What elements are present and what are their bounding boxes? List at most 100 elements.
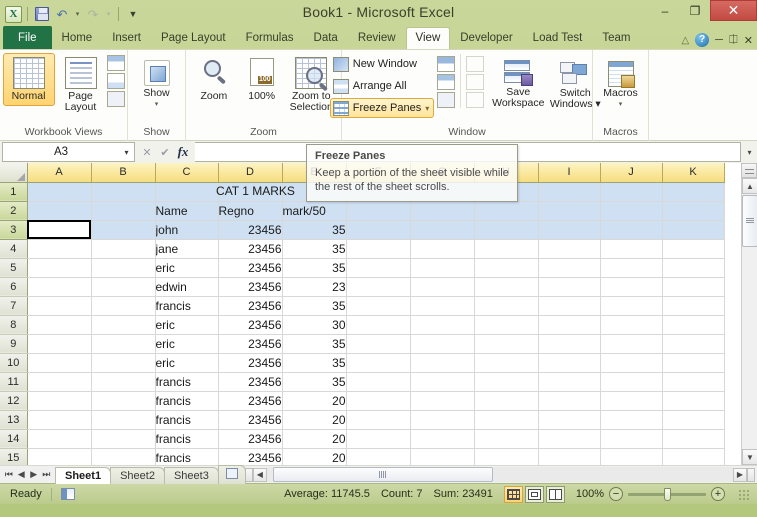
cell-F4[interactable]: [346, 239, 411, 259]
cell-A9[interactable]: [27, 334, 92, 354]
cell-C7[interactable]: francis: [155, 296, 219, 316]
cell-A2[interactable]: [27, 201, 92, 221]
cell-I6[interactable]: [538, 277, 601, 297]
cell-F7[interactable]: [346, 296, 411, 316]
row-header-11[interactable]: 11: [0, 372, 28, 392]
cell-I11[interactable]: [538, 372, 601, 392]
cell-F2[interactable]: [346, 201, 411, 221]
cell-C5[interactable]: eric: [155, 258, 219, 278]
cell-H7[interactable]: [474, 296, 539, 316]
cell-K14[interactable]: [662, 429, 725, 449]
cell-B15[interactable]: [91, 448, 156, 465]
cancel-formula-icon[interactable]: ✕: [138, 143, 156, 162]
normal-view-button-status[interactable]: [503, 485, 523, 503]
minimize-ribbon-icon[interactable]: △: [681, 35, 689, 46]
cell-I2[interactable]: [538, 201, 601, 221]
vertical-split-handle[interactable]: [741, 163, 757, 178]
cell-D15[interactable]: 23456: [218, 448, 283, 465]
cell-G14[interactable]: [410, 429, 475, 449]
column-header-i[interactable]: I: [538, 163, 601, 183]
cell-F10[interactable]: [346, 353, 411, 373]
cell-D4[interactable]: 23456: [218, 239, 283, 259]
tab-home[interactable]: Home: [52, 27, 103, 49]
cell-I9[interactable]: [538, 334, 601, 354]
cell-K7[interactable]: [662, 296, 725, 316]
cell-D12[interactable]: 23456: [218, 391, 283, 411]
minimize-button[interactable]: –: [650, 0, 680, 21]
cell-F15[interactable]: [346, 448, 411, 465]
column-header-d[interactable]: D: [218, 163, 283, 183]
cell-G13[interactable]: [410, 410, 475, 430]
cell-A5[interactable]: [27, 258, 92, 278]
cell-D10[interactable]: 23456: [218, 353, 283, 373]
zoom-100-button[interactable]: 100 100%: [238, 53, 286, 106]
row-header-8[interactable]: 8: [0, 315, 28, 335]
cell-E12[interactable]: 20: [282, 391, 347, 411]
cell-B3[interactable]: [91, 220, 156, 240]
cell-J1[interactable]: [600, 182, 663, 202]
cell-J10[interactable]: [600, 353, 663, 373]
tab-view[interactable]: View: [405, 27, 451, 49]
cell-D6[interactable]: 23456: [218, 277, 283, 297]
column-header-b[interactable]: B: [91, 163, 156, 183]
cell-E10[interactable]: 35: [282, 353, 347, 373]
cell-C11[interactable]: francis: [155, 372, 219, 392]
cell-D7[interactable]: 23456: [218, 296, 283, 316]
cell-B13[interactable]: [91, 410, 156, 430]
next-sheet-button[interactable]: ▶: [28, 469, 40, 480]
cell-B11[interactable]: [91, 372, 156, 392]
maximize-window-icon[interactable]: ⎅: [729, 34, 738, 47]
cell-J14[interactable]: [600, 429, 663, 449]
tab-load-test[interactable]: Load Test: [523, 27, 593, 49]
cell-H10[interactable]: [474, 353, 539, 373]
show-button[interactable]: Show ▾: [134, 53, 180, 114]
close-button[interactable]: ✕: [710, 0, 757, 21]
resize-grip[interactable]: [738, 488, 749, 500]
sheet-tab-sheet2[interactable]: Sheet2: [110, 466, 165, 484]
view-side-by-side-icon[interactable]: [466, 56, 485, 72]
vertical-scroll-thumb[interactable]: [742, 195, 757, 247]
row-header-12[interactable]: 12: [0, 391, 28, 411]
cell-A15[interactable]: [27, 448, 92, 465]
cell-G15[interactable]: [410, 448, 475, 465]
cell-C6[interactable]: edwin: [155, 277, 219, 297]
zoom-button[interactable]: Zoom: [190, 53, 238, 106]
cell-E15[interactable]: 20: [282, 448, 347, 465]
cell-G6[interactable]: [410, 277, 475, 297]
split-icon[interactable]: [437, 56, 456, 72]
cell-E8[interactable]: 30: [282, 315, 347, 335]
enter-formula-icon[interactable]: ✔: [156, 143, 174, 162]
reset-window-position-icon[interactable]: [466, 92, 485, 108]
cell-C13[interactable]: francis: [155, 410, 219, 430]
page-layout-view-button[interactable]: Page Layout: [55, 53, 107, 117]
cell-C12[interactable]: francis: [155, 391, 219, 411]
worksheet-grid[interactable]: A B C D E F G H I J K 1CAT 1 MARKS2NameR…: [0, 163, 757, 465]
cell-K10[interactable]: [662, 353, 725, 373]
column-header-c[interactable]: C: [155, 163, 219, 183]
sheet-tab-sheet3[interactable]: Sheet3: [163, 466, 219, 484]
arrange-all-button[interactable]: Arrange All: [330, 76, 435, 96]
cell-D8[interactable]: 23456: [218, 315, 283, 335]
page-layout-view-button-status[interactable]: [524, 485, 544, 503]
tab-insert[interactable]: Insert: [102, 27, 151, 49]
cell-A10[interactable]: [27, 353, 92, 373]
row-header-4[interactable]: 4: [0, 239, 28, 259]
cell-B5[interactable]: [91, 258, 156, 278]
cell-F6[interactable]: [346, 277, 411, 297]
cell-G7[interactable]: [410, 296, 475, 316]
horizontal-scroll-thumb[interactable]: [272, 467, 493, 482]
row-header-15[interactable]: 15: [0, 448, 28, 465]
cell-A1[interactable]: [27, 182, 92, 202]
cell-B14[interactable]: [91, 429, 156, 449]
cell-E9[interactable]: 35: [282, 334, 347, 354]
cell-K1[interactable]: [662, 182, 725, 202]
insert-worksheet-icon[interactable]: [217, 464, 246, 484]
cell-J2[interactable]: [600, 201, 663, 221]
horizontal-split-handle-right[interactable]: [747, 467, 755, 482]
cell-G2[interactable]: [410, 201, 475, 221]
cell-H2[interactable]: [474, 201, 539, 221]
cell-G11[interactable]: [410, 372, 475, 392]
cell-I15[interactable]: [538, 448, 601, 465]
cell-A7[interactable]: [27, 296, 92, 316]
normal-view-button[interactable]: Normal: [2, 53, 55, 106]
